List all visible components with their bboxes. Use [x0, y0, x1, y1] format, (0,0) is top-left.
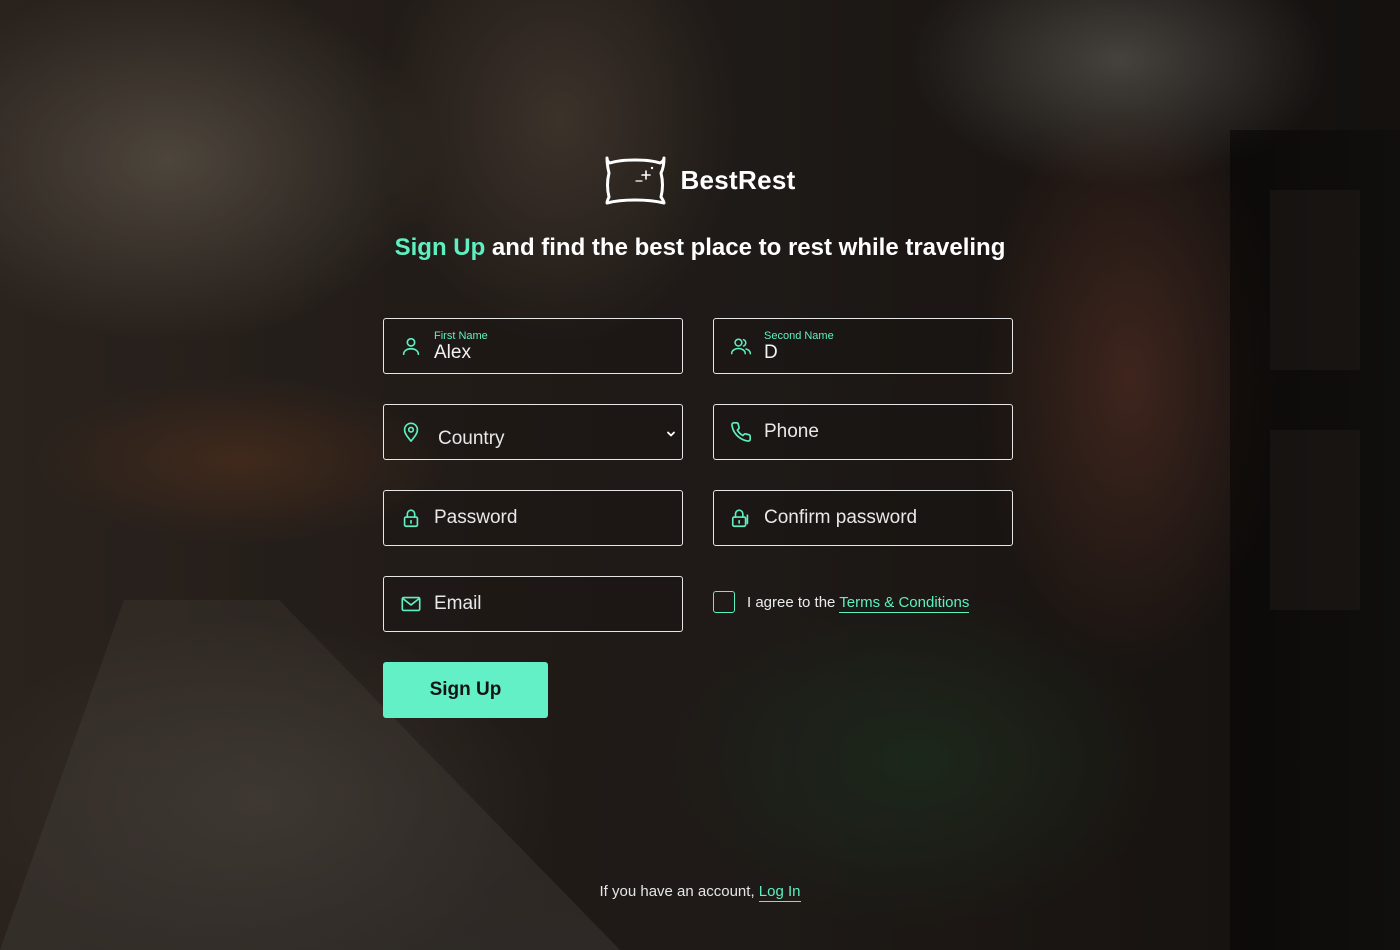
terms-link[interactable]: Terms & Conditions: [839, 593, 970, 613]
chevron-down-icon[interactable]: [665, 425, 677, 437]
first-name-field[interactable]: First Name Alex: [383, 318, 683, 374]
terms-checkbox[interactable]: [713, 591, 735, 613]
brand-header: BestRest: [0, 155, 1400, 205]
first-name-value[interactable]: Alex: [434, 342, 488, 364]
login-prompt-text: If you have an account,: [599, 883, 759, 900]
country-select[interactable]: Country: [383, 404, 683, 460]
page-headline: Sign Up and find the best place to rest …: [0, 234, 1400, 262]
second-name-field[interactable]: Second Name D: [713, 318, 1013, 374]
brand-name: BestRest: [680, 164, 796, 195]
mail-icon: [400, 593, 422, 615]
second-name-value[interactable]: D: [764, 342, 834, 364]
password-field[interactable]: Password: [383, 490, 683, 546]
user-icon: [400, 335, 422, 357]
first-name-label: First Name: [434, 330, 488, 342]
signup-page: BestRest Sign Up and find the best place…: [0, 0, 1400, 950]
headline-highlight: Sign Up: [394, 234, 486, 261]
phone-field[interactable]: Phone: [713, 404, 1013, 460]
login-link[interactable]: Log In: [758, 883, 801, 902]
users-icon: [730, 335, 752, 357]
lock-icon: [400, 507, 422, 529]
password-placeholder: Password: [434, 507, 518, 528]
pillow-icon: [604, 155, 666, 205]
lock-icon: [730, 507, 752, 529]
phone-placeholder: Phone: [764, 421, 819, 442]
terms-prefix: I agree to the: [747, 593, 840, 611]
email-field[interactable]: Email: [383, 576, 683, 632]
email-placeholder: Email: [434, 593, 482, 614]
second-name-label: Second Name: [764, 330, 834, 342]
phone-icon: [730, 421, 752, 443]
location-pin-icon: [400, 421, 422, 443]
terms-text: I agree to the Terms & Conditions: [747, 593, 970, 613]
country-placeholder: Country: [438, 428, 505, 449]
login-prompt: If you have an account, Log In: [0, 883, 1400, 902]
confirm-password-field[interactable]: Confirm password: [713, 490, 1013, 546]
headline-text: and find the best place to rest while tr…: [485, 234, 1006, 261]
terms-agreement: I agree to the Terms & Conditions: [713, 591, 970, 613]
sign-up-button[interactable]: Sign Up: [383, 662, 548, 718]
confirm-password-placeholder: Confirm password: [764, 507, 918, 528]
